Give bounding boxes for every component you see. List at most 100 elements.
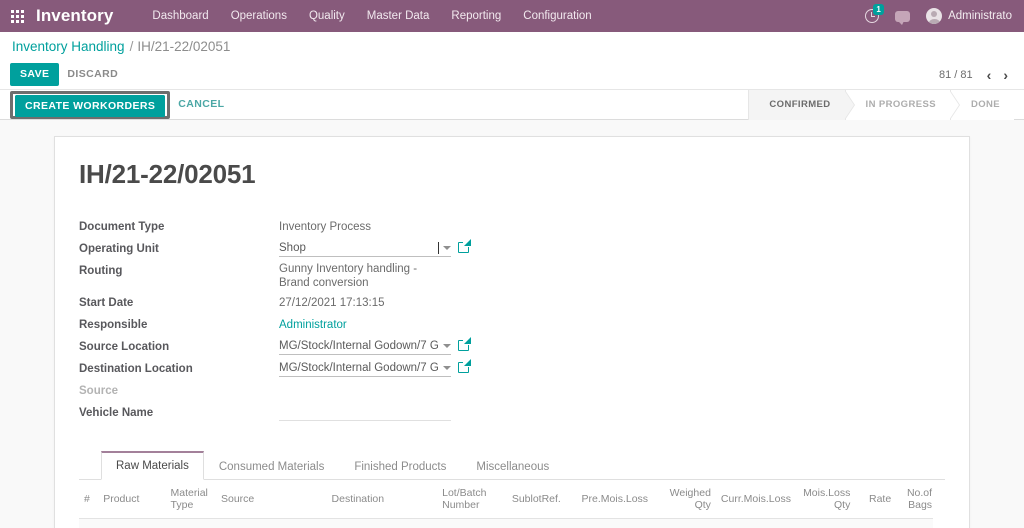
- value-responsible[interactable]: Administrator: [279, 314, 739, 336]
- menu-item-operations[interactable]: Operations: [220, 0, 298, 32]
- menu-item-reporting[interactable]: Reporting: [440, 0, 512, 32]
- field-destination-location: MG/Stock/Internal Godown/7 Godow: [279, 358, 739, 380]
- label-document-type: Document Type: [79, 221, 165, 233]
- cell-material-type[interactable]: [165, 518, 216, 528]
- chat-bubble-icon[interactable]: [888, 0, 916, 32]
- table-row[interactable]: 1 XYZ Bundle bag MG/Stock/Internal Godow…: [79, 518, 933, 528]
- user-name-label: Administrato: [948, 10, 1012, 22]
- breadcrumb-current: IH/21-22/02051: [137, 38, 231, 54]
- pager-next-icon[interactable]: ›: [997, 68, 1014, 82]
- app-brand-inventory[interactable]: Inventory: [34, 0, 119, 32]
- cell-sublot-ref[interactable]: PM06-04: [506, 518, 577, 528]
- user-menu[interactable]: Administrato: [918, 8, 1016, 24]
- external-link-icon-source-location[interactable]: [458, 337, 471, 351]
- source-location-value: MG/Stock/Internal Godown/7 Godow: [279, 339, 439, 352]
- field-vehicle-name: [279, 402, 739, 424]
- col-header-no-of-bags[interactable]: No.of Bags: [896, 480, 933, 519]
- chevron-down-icon[interactable]: [443, 245, 451, 250]
- discard-button[interactable]: DISCARD: [59, 64, 126, 85]
- create-workorders-button[interactable]: CREATE WORKORDERS: [15, 94, 166, 117]
- top-navbar: Inventory Dashboard Operations Quality M…: [0, 0, 1024, 32]
- col-header-weighed-qty[interactable]: Weighed Qty: [646, 480, 716, 519]
- external-link-icon-destination-location[interactable]: [458, 359, 471, 373]
- value-start-date: 27/12/2021 17:13:15: [279, 297, 385, 309]
- cell-weighed-qty[interactable]: 0.00: [646, 518, 716, 528]
- table-header-row: # Product Material Type Source Destinati…: [79, 480, 933, 519]
- form-sheet: IH/21-22/02051 Document Type Inventory P…: [54, 136, 970, 528]
- col-header-sublot-ref[interactable]: SublotRef.: [506, 480, 577, 519]
- chevron-down-icon[interactable]: [443, 365, 451, 370]
- destination-location-value: MG/Stock/Internal Godown/7 Godow: [279, 361, 439, 374]
- destination-location-input[interactable]: MG/Stock/Internal Godown/7 Godow: [279, 360, 451, 377]
- control-panel-action-row: CREATE WORKORDERS CANCEL CONFIRMED IN PR…: [0, 89, 1024, 120]
- breadcrumb: Inventory Handling / IH/21-22/02051: [0, 32, 1024, 60]
- col-header-curr-mois-loss[interactable]: Curr.Mois.Loss: [715, 480, 791, 519]
- status-bar: CONFIRMED IN PROGRESS DONE: [748, 89, 1014, 120]
- activity-clock-icon[interactable]: 1: [858, 0, 886, 32]
- chevron-down-icon[interactable]: [443, 343, 451, 348]
- menu-item-configuration[interactable]: Configuration: [512, 0, 602, 32]
- status-in-progress[interactable]: IN PROGRESS: [844, 89, 961, 120]
- value-source: [279, 380, 739, 402]
- pager-previous-icon[interactable]: ‹: [981, 68, 998, 82]
- tab-raw-materials[interactable]: Raw Materials: [101, 451, 204, 480]
- col-header-pre-mois-loss[interactable]: Pre.Mois.Loss: [576, 480, 648, 519]
- menu-item-master-data[interactable]: Master Data: [356, 0, 441, 32]
- col-header-product[interactable]: Product: [98, 480, 166, 519]
- cell-destination[interactable]: MG/Stock/Internal Godown/7 Godown/PM God…: [326, 518, 438, 528]
- navbar-right-tools: 1 Administrato: [858, 0, 1018, 32]
- raw-materials-table-container[interactable]: # Product Material Type Source Destinati…: [79, 480, 933, 528]
- apps-grid-icon[interactable]: [0, 0, 34, 32]
- form-view-scroll-area[interactable]: IH/21-22/02051 Document Type Inventory P…: [0, 120, 1024, 528]
- cell-mois-loss-qty[interactable]: 0.00: [785, 518, 856, 528]
- menu-item-dashboard[interactable]: Dashboard: [141, 0, 219, 32]
- menu-item-quality[interactable]: Quality: [298, 0, 356, 32]
- activity-count-badge: 1: [873, 4, 885, 15]
- col-header-source[interactable]: Source: [215, 480, 327, 519]
- col-header-rate[interactable]: Rate: [855, 480, 897, 519]
- pager-area: 81 / 81 ‹ ›: [939, 68, 1014, 82]
- notebook: Raw Materials Consumed Materials Finishe…: [79, 450, 945, 528]
- col-header-mois-loss-qty[interactable]: Mois.Loss Qty: [785, 480, 856, 519]
- label-routing: Routing: [79, 265, 123, 277]
- source-location-input[interactable]: MG/Stock/Internal Godown/7 Godow: [279, 338, 451, 355]
- vehicle-name-input[interactable]: [279, 404, 451, 421]
- avatar: [926, 8, 943, 24]
- field-operating-unit: Shop: [279, 238, 739, 260]
- cell-source[interactable]: MG/Stock/Internal Godown/7 Godown/PM God…: [215, 518, 327, 528]
- tab-miscellaneous[interactable]: Miscellaneous: [461, 453, 564, 480]
- tab-finished-products[interactable]: Finished Products: [339, 453, 461, 480]
- field-source-location: MG/Stock/Internal Godown/7 Godow: [279, 336, 739, 358]
- tab-consumed-materials[interactable]: Consumed Materials: [204, 453, 339, 480]
- create-workorders-focus-ring: CREATE WORKORDERS: [10, 90, 171, 119]
- notebook-tabs: Raw Materials Consumed Materials Finishe…: [79, 450, 945, 480]
- operating-unit-value: Shop: [279, 241, 306, 254]
- operating-unit-input[interactable]: Shop: [279, 240, 451, 257]
- cell-product[interactable]: XYZ Bundle bag: [98, 518, 166, 528]
- col-header-material-type[interactable]: Material Type: [165, 480, 216, 519]
- status-confirmed[interactable]: CONFIRMED: [748, 89, 855, 120]
- cell-pre-mois-loss[interactable]: 0.00: [576, 518, 647, 528]
- table-header: # Product Material Type Source Destinati…: [79, 480, 933, 519]
- cell-hash: 1: [79, 518, 99, 528]
- label-operating-unit: Operating Unit: [79, 243, 159, 255]
- raw-materials-table: # Product Material Type Source Destinati…: [79, 480, 933, 528]
- save-button[interactable]: SAVE: [10, 63, 60, 86]
- cell-curr-mois-loss[interactable]: 0.00: [715, 518, 786, 528]
- breadcrumb-separator: /: [129, 38, 134, 54]
- cell-no-of-bags[interactable]: 0.00: [896, 518, 933, 528]
- label-source-location: Source Location: [79, 341, 170, 353]
- col-header-destination[interactable]: Destination: [326, 480, 438, 519]
- cell-rate[interactable]: 13.56: [855, 518, 897, 528]
- external-link-icon-operating-unit[interactable]: [458, 239, 471, 253]
- label-destination-location: Destination Location: [79, 363, 193, 375]
- label-responsible: Responsible: [79, 319, 148, 331]
- cancel-button[interactable]: CANCEL: [170, 94, 232, 115]
- col-header-hash[interactable]: #: [79, 480, 99, 519]
- cell-lot-batch[interactable]: PM06-04: [437, 518, 507, 528]
- col-header-lot-batch[interactable]: Lot/Batch Number: [437, 480, 507, 519]
- value-document-type: Inventory Process: [279, 221, 372, 233]
- table-body: 1 XYZ Bundle bag MG/Stock/Internal Godow…: [79, 518, 933, 528]
- page-title: IH/21-22/02051: [79, 159, 256, 189]
- breadcrumb-root-link[interactable]: Inventory Handling: [12, 39, 125, 54]
